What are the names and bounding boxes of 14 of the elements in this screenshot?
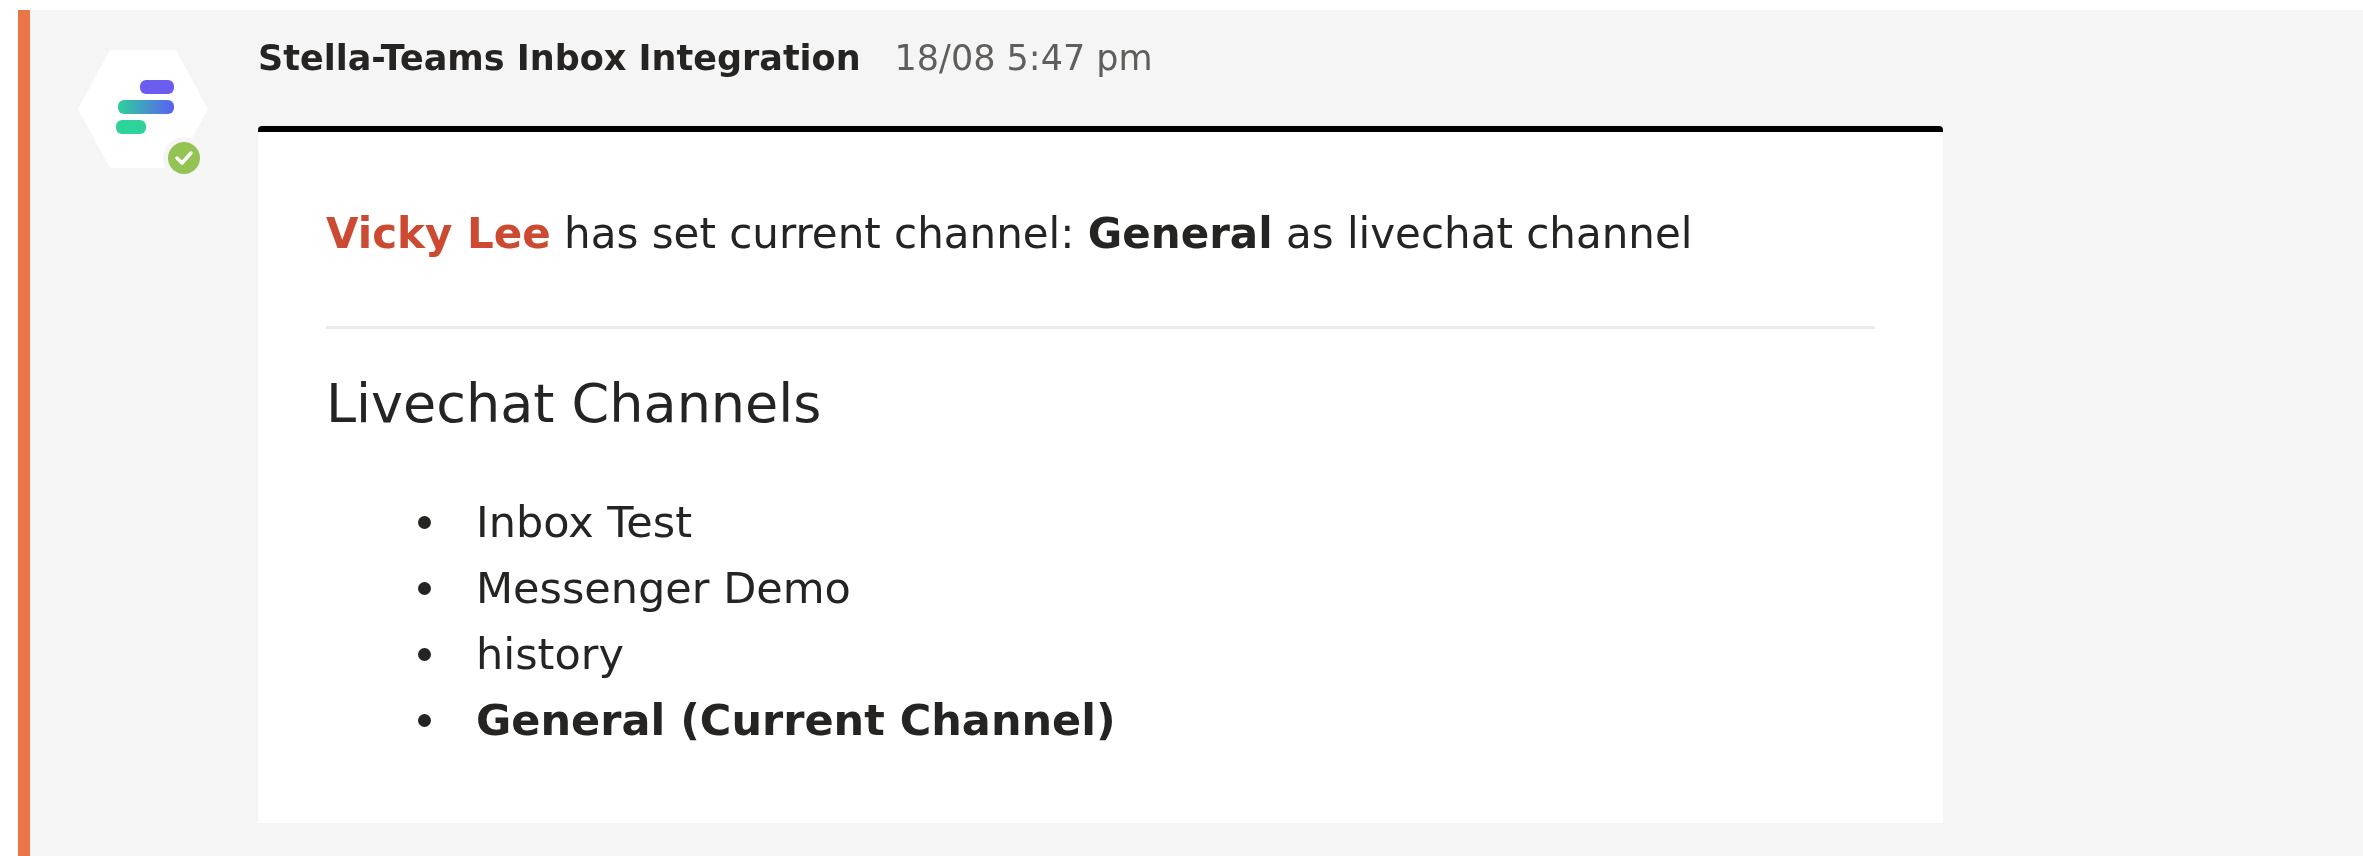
channel-name: Inbox Test: [476, 496, 692, 549]
bullet-icon: [418, 581, 431, 595]
sender-name: Stella-Teams Inbox Integration: [258, 38, 861, 78]
message-text: Vicky Lee has set current channel: General as livechat channel: [326, 208, 1694, 260]
channel-name: General (Current Channel): [476, 694, 1116, 747]
bullet-icon: [418, 647, 431, 661]
channel-name: Messenger Demo: [476, 562, 851, 615]
bot-avatar-icon: [78, 50, 208, 168]
timestamp: 18/08 5:47 pm: [894, 38, 1153, 78]
card-heading: Livechat Channels: [326, 371, 823, 437]
channel-name: history: [476, 628, 624, 681]
bullet-icon: [418, 515, 431, 529]
bullet-icon: [418, 713, 431, 727]
mention-link[interactable]: Vicky Lee: [326, 209, 551, 258]
